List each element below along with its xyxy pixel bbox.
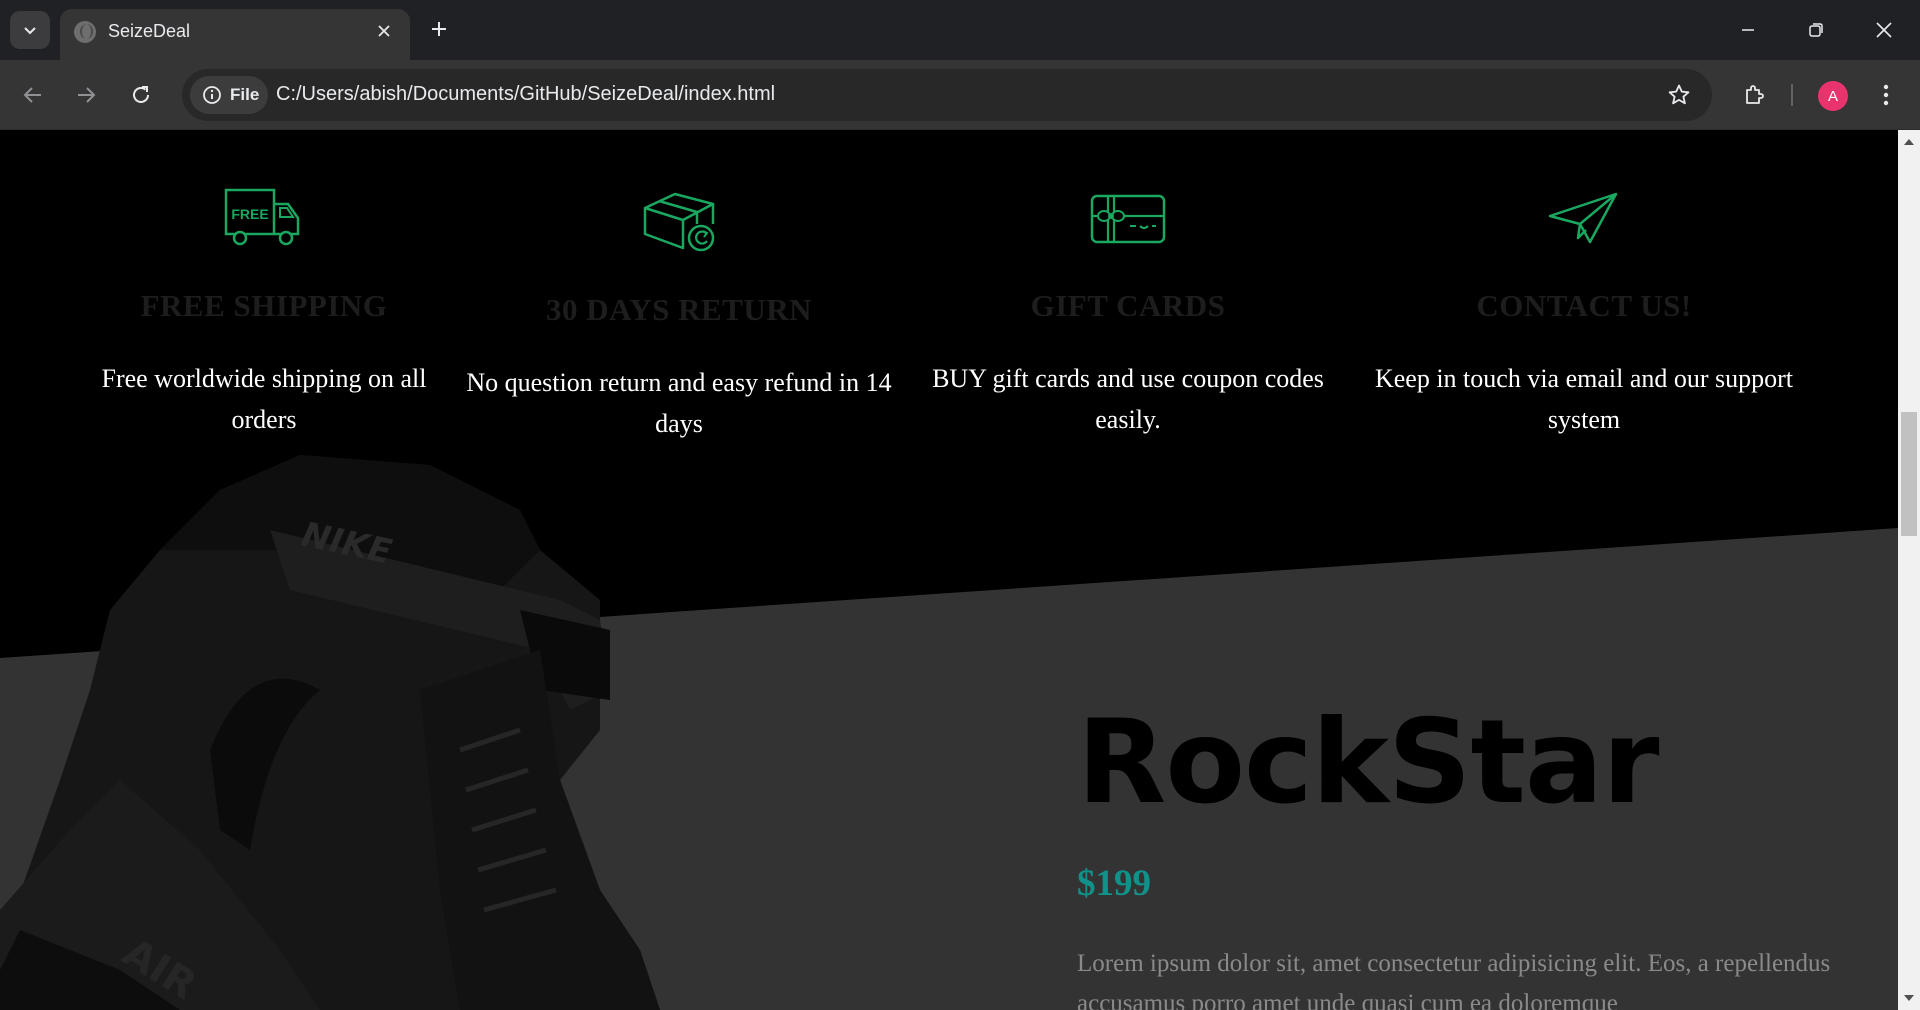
back-button[interactable] <box>15 77 51 113</box>
address-bar[interactable]: File C:/Users/abish/Documents/GitHub/Sei… <box>182 69 1712 121</box>
restore-icon <box>1809 23 1823 37</box>
product-price: $199 <box>1077 863 1151 904</box>
reload-button[interactable] <box>123 77 159 113</box>
tab-title: SeizeDeal <box>108 21 191 41</box>
page-scrollbar[interactable] <box>1898 130 1920 1010</box>
scroll-down-button[interactable] <box>1898 988 1920 1008</box>
gift-card-icon <box>1090 194 1166 244</box>
close-window-button[interactable] <box>1856 8 1912 52</box>
scrollbar-thumb[interactable] <box>1901 412 1917 536</box>
chevron-down-icon <box>24 27 36 35</box>
tab-search-button[interactable] <box>10 11 50 49</box>
bookmark-button[interactable] <box>1664 80 1694 110</box>
feature-text: Keep in touch via email and our support … <box>1374 364 1794 434</box>
plus-icon <box>432 22 446 36</box>
toolbar-divider <box>1791 84 1793 106</box>
profile-avatar[interactable]: A <box>1818 81 1848 111</box>
info-icon <box>203 86 221 104</box>
page-viewport: FREE FREE SHIPPING Free worldwide shippi… <box>0 130 1898 1010</box>
scroll-up-button[interactable] <box>1898 132 1920 152</box>
arrow-left-icon <box>23 87 41 103</box>
reload-icon <box>133 86 149 103</box>
caret-down-icon <box>1904 995 1914 1001</box>
tab-close-button[interactable] <box>372 19 396 43</box>
site-chip-label: File <box>230 85 260 104</box>
product-description: Lorem ipsum dolor sit, amet consectetur … <box>1077 950 1831 1010</box>
feature-title: GIFT CARDS <box>1030 288 1226 323</box>
minimize-icon <box>1742 29 1754 31</box>
paper-plane-icon <box>1548 192 1618 244</box>
site-info-chip[interactable]: File <box>190 76 268 114</box>
browser-menu-button[interactable] <box>1870 77 1902 113</box>
feature-text: BUY gift cards and use coupon codes easi… <box>932 364 1324 434</box>
feature-gift-cards: GIFT CARDS BUY gift cards and use coupon… <box>928 186 1328 440</box>
product-name: RockStar <box>1077 695 1659 830</box>
caret-up-icon <box>1904 139 1914 145</box>
restore-button[interactable] <box>1788 8 1844 52</box>
close-icon <box>378 25 390 37</box>
more-vertical-icon <box>1883 84 1889 106</box>
url-text[interactable]: C:/Users/abish/Documents/GitHub/SeizeDea… <box>276 83 775 106</box>
globe-icon <box>74 21 96 43</box>
extensions-button[interactable] <box>1736 77 1772 113</box>
close-icon <box>1876 22 1892 38</box>
star-icon <box>1668 84 1690 105</box>
product-shoe-image: NIKE AIR <box>0 455 660 1010</box>
forward-button[interactable] <box>68 77 104 113</box>
browser-toolbar: File C:/Users/abish/Documents/GitHub/Sei… <box>0 60 1920 130</box>
browser-titlebar: SeizeDeal <box>0 0 1920 60</box>
browser-tab[interactable]: SeizeDeal <box>60 9 410 60</box>
new-tab-button[interactable] <box>424 14 454 44</box>
arrow-right-icon <box>78 87 96 103</box>
feature-title: CONTACT US! <box>1476 288 1692 323</box>
minimize-button[interactable] <box>1720 8 1776 52</box>
feature-contact-us: CONTACT US! Keep in touch via email and … <box>1364 186 1804 440</box>
puzzle-icon <box>1746 85 1764 104</box>
